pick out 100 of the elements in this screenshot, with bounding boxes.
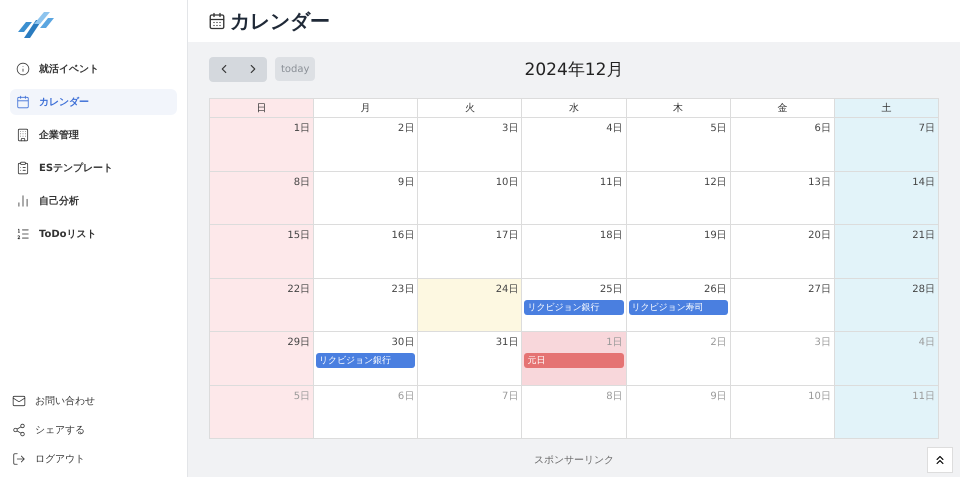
event-chip[interactable]: リクビジョン銀行: [316, 353, 416, 368]
day-number: 5日: [710, 122, 728, 135]
sponsor-label: スポンサーリンク: [533, 454, 615, 467]
calendar-icon: [16, 95, 30, 109]
sidebar-footer-item[interactable]: お問い合わせ: [10, 391, 177, 411]
day-number: 5日: [294, 390, 312, 402]
mail-icon: [12, 394, 26, 408]
day-number: 2日: [398, 122, 416, 135]
sidebar-item[interactable]: ToDoリスト: [10, 221, 177, 247]
day-cell[interactable]: 9日: [314, 172, 418, 225]
day-number: 26日: [704, 282, 728, 296]
day-cell[interactable]: 21日: [834, 225, 939, 278]
weekday-header: 木: [626, 99, 731, 118]
logo-icon: [16, 10, 56, 40]
day-number: 4日: [918, 336, 936, 349]
day-number: 10日: [808, 390, 832, 402]
day-number: 6日: [814, 122, 832, 135]
day-cell[interactable]: 1日: [210, 118, 314, 172]
event-chip[interactable]: リクビジョン寿司: [628, 300, 728, 314]
day-cell[interactable]: 12日: [626, 172, 731, 225]
day-cell[interactable]: 3日: [418, 118, 522, 172]
day-number: 1日: [606, 336, 624, 349]
day-number: 20日: [808, 229, 832, 242]
day-cell[interactable]: 2日: [314, 118, 418, 172]
day-cell[interactable]: 5日: [626, 118, 731, 172]
day-cell[interactable]: 8日: [210, 172, 314, 225]
sidebar-item[interactable]: 就活イベント: [10, 56, 177, 82]
day-cell[interactable]: 19日: [626, 225, 731, 278]
day-number: 3日: [502, 122, 520, 135]
day-number: 31日: [496, 336, 520, 349]
day-number: 21日: [912, 229, 936, 242]
day-number: 7日: [502, 390, 520, 402]
day-cell[interactable]: 28日: [834, 278, 939, 332]
day-number: 18日: [600, 229, 624, 242]
day-number: 22日: [287, 282, 312, 296]
day-cell[interactable]: 27日: [730, 278, 835, 332]
day-number: 29日: [287, 336, 312, 349]
day-cell[interactable]: 13日: [730, 172, 835, 225]
day-number: 23日: [392, 282, 416, 296]
day-cell[interactable]: 6日: [730, 118, 835, 172]
weekday-header: 月: [314, 99, 418, 118]
scroll-top-button[interactable]: [927, 447, 953, 473]
day-number: 8日: [606, 390, 624, 402]
day-number: 10日: [496, 176, 520, 188]
day-cell[interactable]: 24日: [418, 278, 522, 332]
day-cell[interactable]: 7日: [834, 118, 939, 172]
sidebar-item[interactable]: カレンダー: [10, 89, 177, 115]
day-cell[interactable]: 30日 リクビジョン銀行: [314, 332, 418, 386]
sidebar-footer-item[interactable]: シェアする: [10, 420, 177, 440]
day-cell[interactable]: 17日: [418, 225, 522, 278]
day-cell[interactable]: 26日 リクビジョン寿司: [626, 278, 731, 332]
day-number: 12日: [704, 176, 728, 188]
day-cell[interactable]: 16日: [314, 225, 418, 278]
day-number: 11日: [912, 390, 936, 402]
weekday-header: 水: [522, 99, 627, 118]
calendar-icon: [208, 12, 226, 30]
bar-chart-icon: [16, 194, 30, 208]
day-number: 27日: [808, 282, 832, 296]
day-cell[interactable]: 15日: [210, 225, 314, 278]
day-number: 4日: [606, 122, 624, 135]
day-cell[interactable]: 23日: [314, 278, 418, 332]
day-cell[interactable]: 14日: [834, 172, 939, 225]
day-number: 11日: [600, 176, 624, 188]
day-number: 13日: [808, 176, 832, 188]
page-title: カレンダー: [230, 8, 330, 34]
day-number: 6日: [398, 390, 416, 402]
weekday-header: 土: [834, 99, 939, 118]
weekday-header: 火: [418, 99, 522, 118]
day-cell[interactable]: 18日: [522, 225, 627, 278]
day-number: 8日: [294, 176, 312, 188]
day-cell[interactable]: 22日: [210, 278, 314, 332]
day-number: 14日: [912, 176, 936, 188]
day-number: 1日: [294, 122, 312, 135]
day-number: 15日: [287, 229, 312, 242]
day-cell[interactable]: 31日: [418, 332, 522, 386]
sidebar-item[interactable]: ESテンプレート: [10, 155, 177, 181]
weekday-header: 金: [730, 99, 835, 118]
share-icon: [12, 423, 26, 437]
day-number: 7日: [918, 122, 936, 135]
sidebar-footer-item[interactable]: ログアウト: [10, 449, 177, 469]
weekday-header: 日: [210, 99, 314, 118]
day-cell[interactable]: 20日: [730, 225, 835, 278]
sidebar-item[interactable]: 自己分析: [10, 188, 177, 214]
event-chip[interactable]: リクビジョン銀行: [524, 300, 624, 314]
day-cell[interactable]: 10日: [418, 172, 522, 225]
day-cell[interactable]: 4日: [522, 118, 627, 172]
day-number: 19日: [704, 229, 728, 242]
day-number: 9日: [398, 176, 416, 188]
day-cell[interactable]: 29日: [210, 332, 314, 386]
day-cell[interactable]: 11日: [522, 172, 627, 225]
day-number: 3日: [814, 336, 832, 349]
day-number: 9日: [710, 390, 728, 402]
day-number: 24日: [496, 282, 520, 296]
building-icon: [16, 128, 30, 142]
day-number: 25日: [600, 282, 624, 296]
day-number: 2日: [710, 336, 728, 349]
day-number: 17日: [496, 229, 520, 242]
list-icon: [16, 227, 30, 241]
day-cell[interactable]: 25日 リクビジョン銀行: [522, 278, 627, 332]
sidebar-item[interactable]: 企業管理: [10, 122, 177, 148]
